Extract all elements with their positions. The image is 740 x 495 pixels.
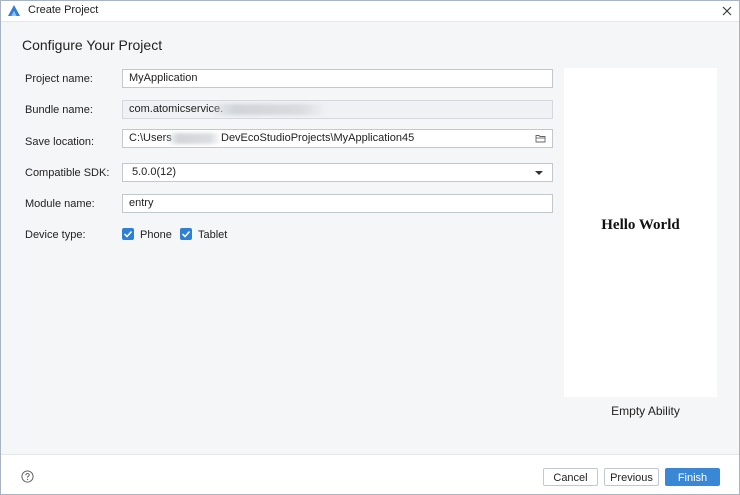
checkmark-icon xyxy=(123,230,133,238)
folder-icon[interactable] xyxy=(535,133,546,144)
compatible-sdk-select[interactable]: 5.0.0(12) xyxy=(122,163,553,182)
tablet-checkbox[interactable] xyxy=(180,228,192,240)
bundle-name-value: com.atomicservice. xyxy=(129,103,224,115)
save-location-prefix: C:\Users xyxy=(129,132,172,144)
save-location-suffix: DevEcoStudioProjects\MyApplication45 xyxy=(221,132,415,144)
redacted-area xyxy=(168,133,220,144)
bundle-name-field[interactable]: com.atomicservice. xyxy=(122,100,553,119)
title-bar: Create Project xyxy=(1,1,739,22)
redacted-area xyxy=(213,104,323,115)
project-name-input[interactable] xyxy=(122,69,553,88)
compatible-sdk-label: Compatible SDK: xyxy=(25,167,110,179)
template-name: Empty Ability xyxy=(611,404,680,418)
chevron-down-icon xyxy=(535,171,543,175)
module-name-input[interactable] xyxy=(122,194,553,213)
finish-button[interactable]: Finish xyxy=(665,468,720,486)
phone-checkbox[interactable] xyxy=(122,228,134,240)
module-name-label: Module name: xyxy=(25,198,95,210)
close-button[interactable] xyxy=(718,2,736,20)
project-name-label: Project name: xyxy=(25,73,93,85)
close-icon xyxy=(722,6,732,16)
window-title: Create Project xyxy=(28,4,99,16)
save-location-field[interactable]: C:\Users DevEcoStudioProjects\MyApplicat… xyxy=(122,129,553,148)
preview-hello-text: Hello World xyxy=(601,217,680,233)
dialog-content: Configure Your Project Project name: Bun… xyxy=(1,22,739,454)
compatible-sdk-value: 5.0.0(12) xyxy=(132,166,177,178)
template-preview: Hello World xyxy=(564,68,717,397)
dialog-footer: Cancel Previous Finish xyxy=(1,454,739,494)
cancel-button[interactable]: Cancel xyxy=(543,468,598,486)
previous-button[interactable]: Previous xyxy=(604,468,659,486)
help-icon[interactable] xyxy=(21,470,34,483)
tablet-checkbox-label[interactable]: Tablet xyxy=(198,229,227,241)
phone-checkbox-label[interactable]: Phone xyxy=(140,229,172,241)
bundle-name-label: Bundle name: xyxy=(25,104,93,116)
device-type-label: Device type: xyxy=(25,229,86,241)
page-title: Configure Your Project xyxy=(22,37,163,53)
deveco-logo-icon xyxy=(8,5,20,16)
checkmark-icon xyxy=(181,230,191,238)
save-location-label: Save location: xyxy=(25,136,95,148)
create-project-dialog: Create Project Configure Your Project Pr… xyxy=(0,0,740,495)
